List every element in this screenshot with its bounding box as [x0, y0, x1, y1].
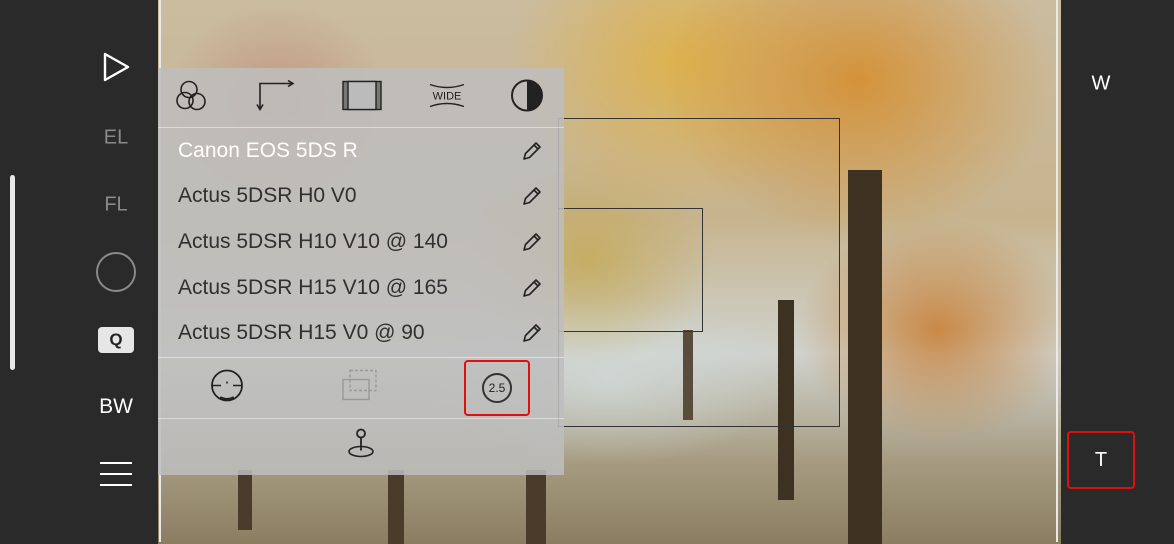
panel-toolbar: WIDE — [158, 68, 564, 128]
pencil-icon[interactable] — [520, 276, 544, 300]
lens-row[interactable]: Actus 5DSR H15 V0 @ 90 — [158, 310, 564, 356]
lens-name: Actus 5DSR H10 V10 @ 140 — [178, 229, 448, 253]
bw-button[interactable]: BW — [99, 395, 133, 419]
menu-icon-bar — [100, 473, 132, 475]
menu-icon-bar — [100, 484, 132, 486]
lens-panel: WIDE Canon EOS 5DS R Actus 5DSR H0 V0 Ac… — [158, 68, 564, 475]
map-pin-icon — [348, 428, 374, 458]
overlap-circles-icon — [176, 80, 206, 111]
lens-row[interactable]: Canon EOS 5DS R — [158, 128, 564, 174]
wide-icon: WIDE — [429, 83, 465, 108]
left-toolbar: EL FL Q BW — [0, 0, 158, 544]
scroll-indicator[interactable] — [10, 175, 15, 370]
wide-icon-label: WIDE — [433, 91, 462, 103]
lens-name: Actus 5DSR H15 V10 @ 165 — [178, 275, 448, 299]
menu-icon-bar — [100, 462, 132, 464]
contrast-button[interactable] — [509, 78, 545, 119]
lens-row[interactable]: Actus 5DSR H0 V0 — [158, 174, 564, 220]
lens-list: Canon EOS 5DS R Actus 5DSR H0 V0 Actus 5… — [158, 128, 564, 356]
lens-name: Actus 5DSR H15 V0 @ 90 — [178, 321, 425, 345]
corner-arrow-button[interactable] — [256, 79, 296, 118]
pencil-icon[interactable] — [520, 321, 544, 345]
zoom-factor-label: 2.5 — [482, 373, 512, 403]
wide-button[interactable]: WIDE — [427, 80, 467, 117]
location-button[interactable] — [344, 427, 378, 466]
fl-button[interactable]: FL — [104, 194, 127, 217]
lens-name: Canon EOS 5DS R — [178, 138, 358, 162]
lens-name: Actus 5DSR H0 V0 — [178, 184, 357, 208]
contrast-icon — [511, 79, 543, 112]
right-toolbar: W T — [1061, 0, 1174, 544]
frame-button[interactable] — [342, 80, 382, 117]
q-button[interactable]: Q — [98, 327, 134, 353]
wide-zoom-button[interactable]: W — [1092, 73, 1111, 96]
level-icon — [211, 369, 243, 402]
corner-arrow-icon — [256, 79, 295, 112]
zoom-factor-button[interactable]: 2.5 — [464, 360, 530, 416]
lens-row[interactable]: Actus 5DSR H10 V10 @ 140 — [158, 219, 564, 265]
level-button[interactable] — [209, 368, 245, 409]
frame-icon — [342, 80, 382, 111]
lens-row[interactable]: Actus 5DSR H15 V10 @ 165 — [158, 265, 564, 311]
pencil-icon[interactable] — [520, 184, 544, 208]
stacked-frames-button[interactable] — [340, 368, 380, 409]
pencil-icon[interactable] — [520, 230, 544, 254]
pencil-icon[interactable] — [520, 139, 544, 163]
play-icon — [103, 52, 130, 82]
circle-button[interactable] — [96, 252, 136, 292]
overlap-circles-button[interactable] — [176, 79, 210, 118]
tele-zoom-button[interactable]: T — [1067, 431, 1135, 489]
panel-actions: 2.5 — [158, 357, 564, 419]
play-button[interactable] — [101, 51, 131, 89]
el-button[interactable]: EL — [104, 127, 128, 150]
menu-button[interactable] — [100, 462, 132, 486]
stacked-frames-icon — [342, 369, 377, 401]
